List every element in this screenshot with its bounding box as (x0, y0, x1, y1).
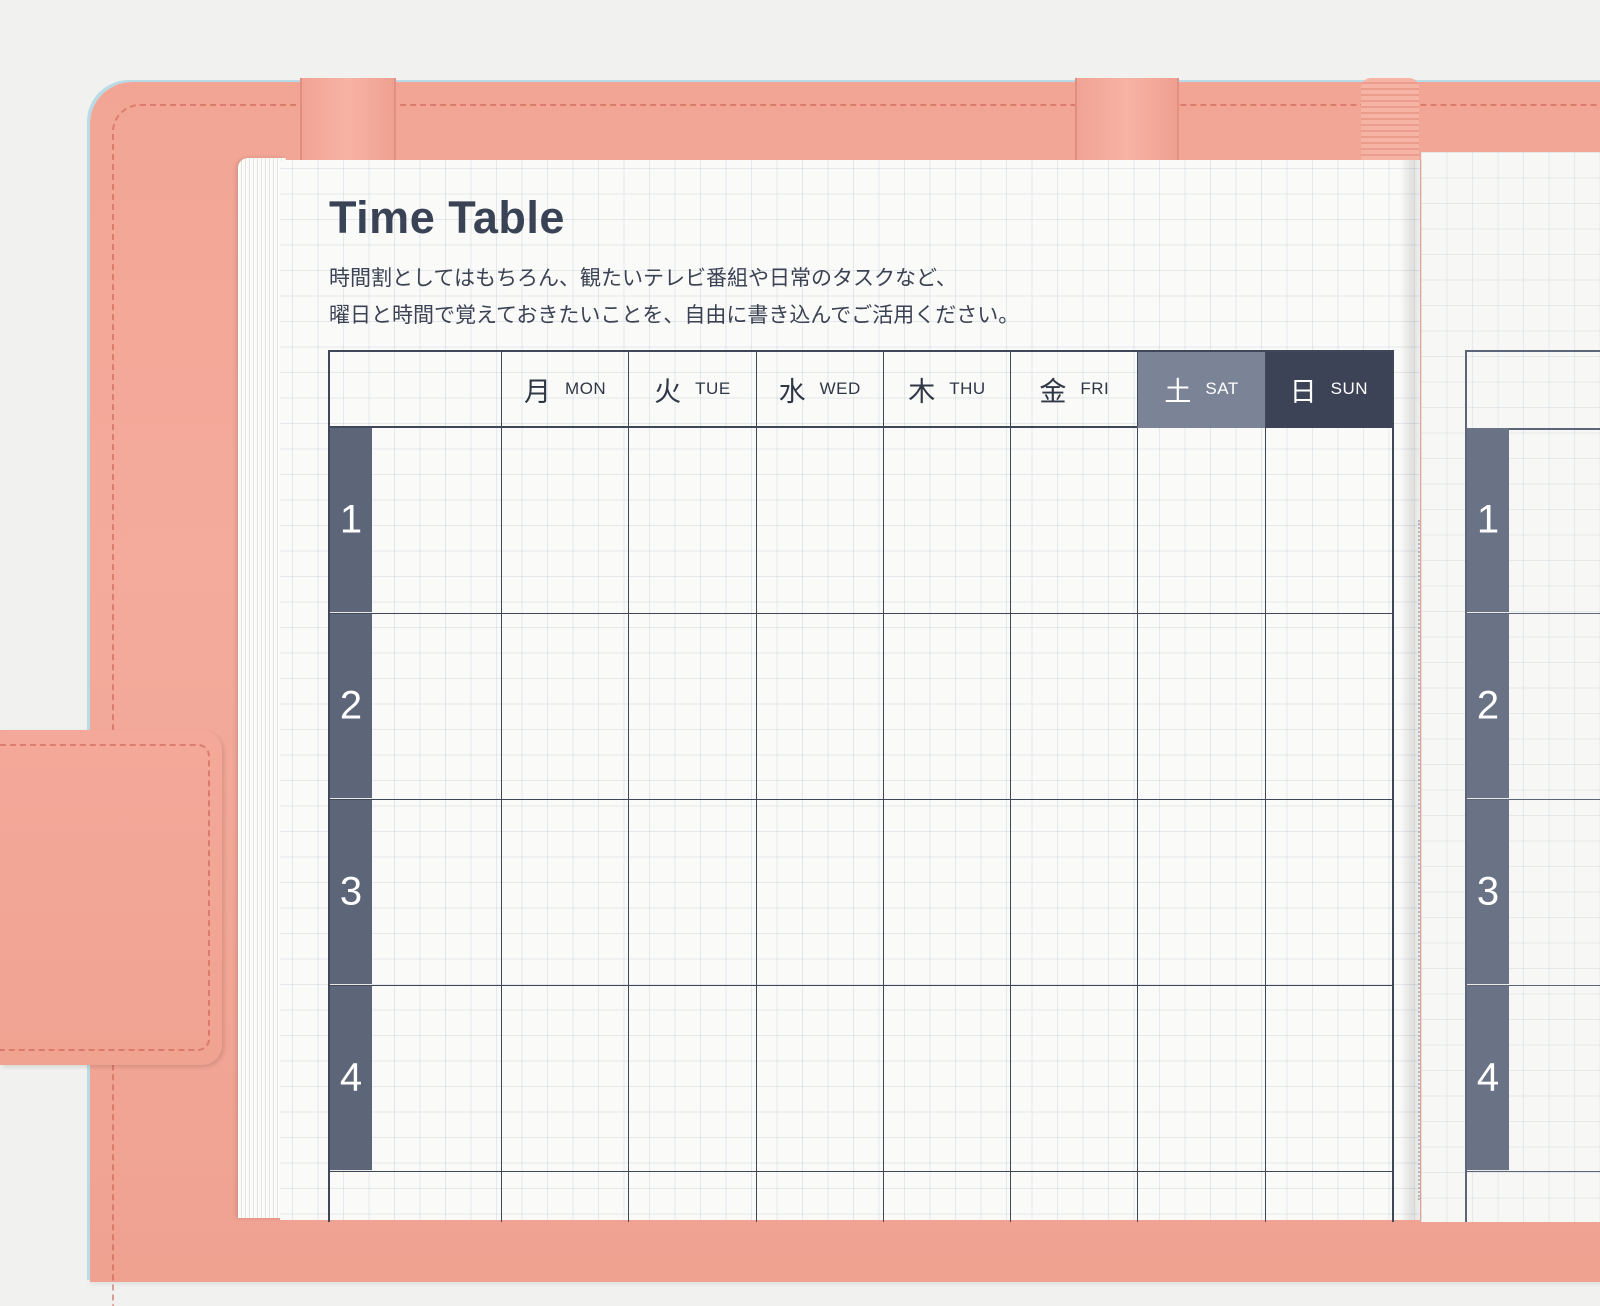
period-bar: 2 (330, 614, 372, 799)
day-kanji: 日 (1289, 376, 1317, 408)
cover-band-right (1075, 78, 1179, 168)
period-number: 1 (1476, 497, 1500, 542)
day-kanji: 火 (654, 376, 682, 408)
period-bar: 3 (1467, 800, 1509, 985)
day-english: MON (565, 379, 607, 398)
description-line-2: 曜日と時間で覚えておきたいことを、自由に書き込んでご活用ください。 (329, 303, 1020, 327)
day-kanji: 水 (778, 376, 806, 408)
timetable-grid: 月 MON 火 TUE 水 WED 木 THU 金 FRI 土 SAT 日 SUN 1 2 3 4 (328, 350, 1394, 1222)
bookmark-ribbon (1361, 78, 1419, 170)
day-header-sat: 土 SAT (1137, 352, 1265, 428)
right-page-period-row[interactable]: 1 (1467, 428, 1600, 614)
right-page-period-row[interactable]: 3 (1467, 800, 1600, 986)
day-english: TUE (695, 379, 731, 398)
period-bar: 3 (330, 800, 372, 985)
period-row[interactable]: 1 (330, 428, 1392, 614)
period-bar: 1 (1467, 428, 1509, 613)
period-number: 3 (339, 869, 363, 914)
page-title: Time Table (329, 192, 565, 243)
header-corner-cell (330, 352, 501, 428)
day-english: THU (949, 379, 986, 398)
day-header-thu: 木 THU (882, 352, 1011, 428)
right-page-period-row[interactable]: 4 (1467, 986, 1600, 1172)
period-row[interactable]: 4 (330, 986, 1392, 1172)
day-kanji: 木 (908, 376, 936, 408)
day-header-fri: 金 FRI (1010, 352, 1138, 428)
period-number: 2 (1476, 683, 1500, 728)
period-bar: 1 (330, 428, 372, 613)
day-english: SAT (1205, 379, 1239, 398)
page-edges (238, 158, 286, 1218)
day-header-wed: 水 WED (755, 352, 883, 428)
day-header-tue: 火 TUE (628, 352, 756, 428)
period-number: 4 (339, 1055, 363, 1100)
period-number: 1 (339, 497, 363, 542)
period-row[interactable]: 3 (330, 800, 1392, 986)
day-kanji: 月 (524, 376, 552, 408)
day-header-sun: 日 SUN (1264, 352, 1392, 428)
period-number: 4 (1476, 1055, 1500, 1100)
closure-tab (0, 730, 222, 1065)
period-bar: 4 (330, 986, 372, 1171)
description-line-1: 時間割としてはもちろん、観たいテレビ番組や日常のタスクなど、 (329, 266, 957, 290)
day-kanji: 金 (1039, 376, 1067, 408)
right-page-body: 1 2 3 4 (1467, 428, 1600, 1222)
timetable-body: 1 2 3 4 (330, 428, 1392, 1222)
right-page-period-row[interactable]: 2 (1467, 614, 1600, 800)
period-bar: 2 (1467, 614, 1509, 799)
right-page-timetable: 1 2 3 4 (1465, 350, 1600, 1222)
period-row[interactable]: 2 (330, 614, 1392, 800)
day-english: FRI (1080, 379, 1110, 398)
day-english: WED (819, 379, 861, 398)
day-kanji: 土 (1164, 376, 1192, 408)
right-page-header-row (1467, 352, 1600, 430)
page-binding-holes (1418, 520, 1426, 1200)
cover-band-left (300, 78, 396, 168)
day-english: SUN (1330, 379, 1369, 398)
period-number: 3 (1476, 869, 1500, 914)
day-header-mon: 月 MON (501, 352, 629, 428)
period-bar: 4 (1467, 986, 1509, 1171)
period-number: 2 (339, 683, 363, 728)
